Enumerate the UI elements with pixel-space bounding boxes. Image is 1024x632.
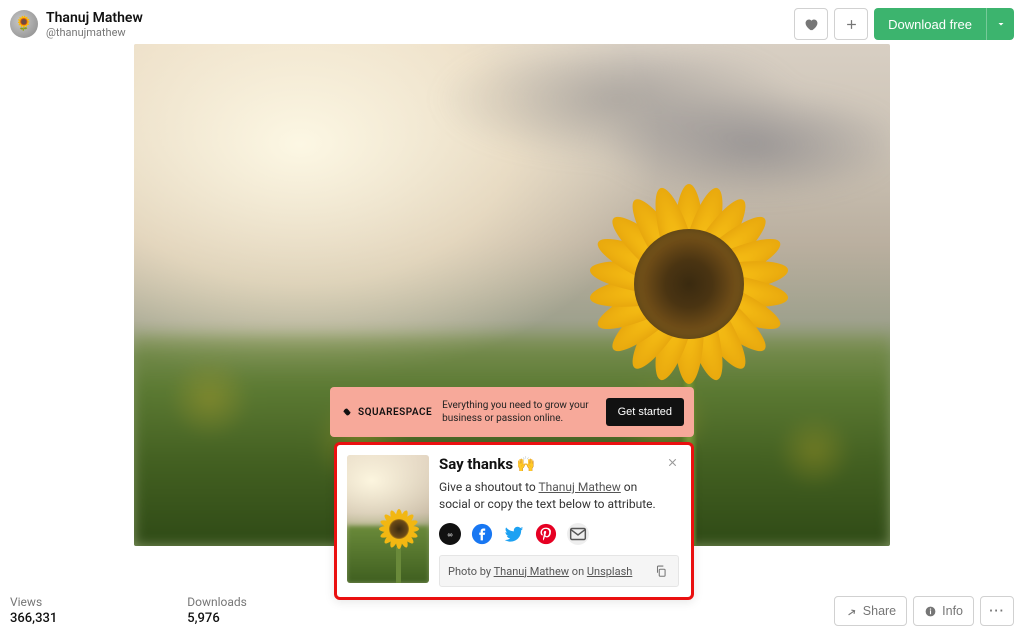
- downloads-value: 5,976: [187, 611, 247, 626]
- header-actions: Download free: [794, 8, 1014, 40]
- svg-text:∞: ∞: [447, 530, 452, 539]
- page-header: 🌻 Thanuj Mathew @thanujmathew Download f…: [0, 0, 1024, 44]
- ad-banner: SQUARESPACE Everything you need to grow …: [330, 387, 694, 437]
- author-name: Thanuj Mathew: [46, 10, 143, 26]
- info-button[interactable]: Info: [913, 596, 974, 626]
- author-block[interactable]: 🌻 Thanuj Mathew @thanujmathew: [10, 10, 143, 39]
- like-button[interactable]: [794, 8, 828, 40]
- twitter-icon: [503, 523, 525, 545]
- page-footer: Views 366,331 Downloads 5,976 Share Info…: [0, 595, 1024, 626]
- views-label: Views: [10, 595, 57, 609]
- add-to-collection-button[interactable]: [834, 8, 868, 40]
- thanks-author-link[interactable]: Thanuj Mathew: [539, 480, 621, 494]
- share-icon: [845, 605, 858, 618]
- share-button[interactable]: Share: [834, 596, 907, 626]
- heart-icon: [804, 17, 819, 32]
- photo-sunflower: [579, 174, 799, 394]
- ad-brand: SQUARESPACE: [358, 407, 432, 418]
- pinterest-icon: [535, 523, 557, 545]
- share-facebook-button[interactable]: [471, 523, 493, 545]
- download-group: Download free: [874, 8, 1014, 40]
- attribution-text: Photo by Thanuj Mathew on Unsplash: [448, 565, 632, 578]
- views-value: 366,331: [10, 611, 57, 626]
- ad-cta-button[interactable]: Get started: [606, 398, 684, 426]
- ad-logo: SQUARESPACE: [340, 405, 432, 419]
- stat-downloads: Downloads 5,976: [187, 595, 247, 626]
- chevron-down-icon: [995, 18, 1007, 30]
- author-handle: @thanujmathew: [46, 26, 143, 39]
- attr-author-link[interactable]: Thanuj Mathew: [494, 565, 569, 578]
- thanks-title: Say thanks 🙌: [439, 455, 679, 473]
- close-icon: [666, 456, 679, 469]
- footer-actions: Share Info ···: [834, 596, 1014, 626]
- facebook-icon: [471, 523, 493, 545]
- thanks-body: Say thanks 🙌 Give a shoutout to Thanuj M…: [439, 455, 679, 587]
- thanks-description: Give a shoutout to Thanuj Mathew on soci…: [439, 479, 679, 513]
- ad-text: Everything you need to grow your busines…: [442, 399, 595, 425]
- close-button[interactable]: [663, 453, 681, 471]
- more-icon: ···: [989, 604, 1005, 618]
- copy-attribution-button[interactable]: [652, 562, 670, 580]
- more-actions-button[interactable]: ···: [980, 596, 1014, 626]
- share-twitter-button[interactable]: [503, 523, 525, 545]
- say-thanks-modal: Say thanks 🙌 Give a shoutout to Thanuj M…: [334, 442, 694, 600]
- stats-row: Views 366,331 Downloads 5,976: [10, 595, 247, 626]
- circle-icon: ∞: [439, 523, 461, 545]
- download-options-button[interactable]: [986, 8, 1014, 40]
- stat-views: Views 366,331: [10, 595, 57, 626]
- attribution-box: Photo by Thanuj Mathew on Unsplash: [439, 555, 679, 587]
- share-dark-button[interactable]: ∞: [439, 523, 461, 545]
- attr-site-link[interactable]: Unsplash: [587, 565, 632, 578]
- squarespace-icon: [340, 405, 354, 419]
- social-share-row: ∞: [439, 523, 679, 545]
- hands-emoji-icon: 🙌: [517, 455, 536, 473]
- copy-icon: [654, 564, 668, 578]
- mail-icon: [567, 523, 589, 545]
- info-icon: [924, 605, 937, 618]
- plus-icon: [844, 17, 859, 32]
- download-button[interactable]: Download free: [874, 8, 986, 40]
- share-pinterest-button[interactable]: [535, 523, 557, 545]
- share-email-button[interactable]: [567, 523, 589, 545]
- avatar: 🌻: [10, 10, 38, 38]
- thanks-thumbnail: [347, 455, 429, 583]
- downloads-label: Downloads: [187, 595, 247, 609]
